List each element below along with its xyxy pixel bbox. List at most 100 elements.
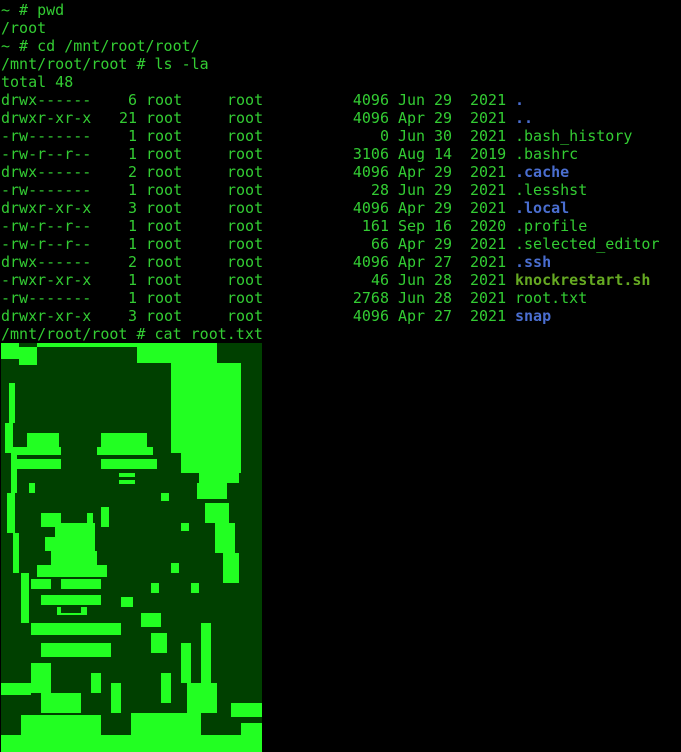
size-cell: 28 [370, 181, 389, 199]
listing-row: -rw-r--r-- 1 root root 3106 Aug 14 2019 .bashrc [1, 145, 681, 163]
filename-cell: root.txt [515, 289, 588, 307]
listing-row: drwxr-xr-x 21 root root 4096 Apr 29 2021.. [1, 109, 681, 127]
size-cell: 3106 [352, 145, 389, 163]
owner-cell: root [146, 91, 183, 109]
listing-row: drwxr-xr-x 3 root root 4096 Apr 29 2021 .local [1, 199, 681, 217]
listing-row: -rw-r--r-- 1 root root 161 Sep 16 2020 .profile [1, 217, 681, 235]
filename-cell: .local [515, 199, 570, 217]
owner-cell: root [146, 253, 183, 271]
year-cell: 2021 [470, 289, 507, 307]
terminal-output[interactable]: ~ # pwd /root ~ # cd /mnt/root/root/ /mn… [1, 1, 681, 343]
filename-cell: knockrestart.sh [515, 271, 651, 289]
listing-row: drwx------ 2 root root 4096 Apr 29 2021 .cache [1, 163, 681, 181]
month-cell: Apr [398, 199, 426, 217]
year-cell: 2021 [470, 181, 507, 199]
output-line: /root [1, 19, 47, 37]
year-cell: 2021 [470, 127, 507, 145]
month-cell: Apr [398, 109, 426, 127]
day-cell: 29 [434, 91, 453, 109]
filename-cell: .profile [515, 217, 588, 235]
links-cell: 1 [127, 181, 137, 199]
size-cell: 4096 [352, 91, 389, 109]
owner-cell: root [146, 289, 183, 307]
listing-row: drwx------ 2 root root 4096 Apr 27 2021 .ssh [1, 253, 681, 271]
permissions-cell: drwxr-xr-x [1, 307, 92, 325]
permissions-cell: -rw------- [1, 127, 92, 145]
month-cell: Jun [398, 181, 426, 199]
ascii-portrait-art [1, 343, 262, 752]
filename-cell: .selected_editor [515, 235, 660, 253]
directory-listing: drwx------ 6 root root 4096 Jun 29 2021. drwxr-x… [1, 91, 681, 325]
owner-cell: root [146, 217, 183, 235]
permissions-cell: -rw-r--r-- [1, 145, 92, 163]
group-cell: root [227, 217, 264, 235]
links-cell: 2 [127, 163, 137, 181]
listing-row: -rw------- 1 root root 2768 Jun 28 2021 root.txt [1, 289, 681, 307]
links-cell: 2 [127, 253, 137, 271]
group-cell: root [227, 163, 264, 181]
permissions-cell: -rw------- [1, 181, 92, 199]
month-cell: Apr [398, 253, 426, 271]
size-cell: 2768 [352, 289, 389, 307]
command-text: ls -la [154, 55, 209, 73]
group-cell: root [227, 199, 264, 217]
month-cell: Jun [398, 289, 426, 307]
day-cell: 14 [434, 145, 453, 163]
command-text: pwd [37, 1, 65, 19]
owner-cell: root [146, 109, 183, 127]
month-cell: Sep [398, 217, 426, 235]
listing-row: -rw-r--r-- 1 root root 66 Apr 29 2021 .selected_… [1, 235, 681, 253]
size-cell: 4096 [352, 109, 389, 127]
day-cell: 29 [434, 199, 453, 217]
month-cell: Apr [398, 163, 426, 181]
owner-cell: root [146, 307, 183, 325]
owner-cell: root [146, 163, 183, 181]
group-cell: root [227, 145, 264, 163]
filename-cell: .. [515, 109, 534, 127]
month-cell: Jun [398, 127, 426, 145]
owner-cell: root [146, 127, 183, 145]
size-cell: 46 [370, 271, 389, 289]
year-cell: 2021 [470, 91, 507, 109]
day-cell: 29 [434, 109, 453, 127]
prompt: ~ # [1, 1, 38, 19]
group-cell: root [227, 235, 264, 253]
size-cell: 161 [361, 217, 389, 235]
group-cell: root [227, 289, 264, 307]
owner-cell: root [146, 235, 183, 253]
day-cell: 27 [434, 253, 453, 271]
ascii-portrait-icon [1, 343, 262, 752]
links-cell: 1 [127, 289, 137, 307]
month-cell: Jun [398, 271, 426, 289]
month-cell: Jun [398, 91, 426, 109]
permissions-cell: -rw-r--r-- [1, 217, 92, 235]
group-cell: root [227, 181, 264, 199]
size-cell: 4096 [352, 253, 389, 271]
permissions-cell: -rw------- [1, 289, 92, 307]
year-cell: 2021 [470, 163, 507, 181]
links-cell: 1 [127, 271, 137, 289]
filename-cell: snap [515, 307, 552, 325]
listing-row: -rwxr-xr-x 1 root root 46 Jun 28 2021 knockresta… [1, 271, 681, 289]
links-cell: 1 [127, 127, 137, 145]
year-cell: 2021 [470, 271, 507, 289]
filename-cell: .bashrc [515, 145, 579, 163]
permissions-cell: drwx------ [1, 91, 92, 109]
prompt: /mnt/root/root # [1, 325, 155, 343]
links-cell: 1 [127, 145, 137, 163]
listing-row: -rw------- 1 root root 0 Jun 30 2021 .bash_histo… [1, 127, 681, 145]
links-cell: 6 [127, 91, 137, 109]
prompt: /mnt/root/root # [1, 55, 155, 73]
day-cell: 28 [434, 289, 453, 307]
owner-cell: root [146, 145, 183, 163]
month-cell: Apr [398, 307, 426, 325]
output-line: total 48 [1, 73, 74, 91]
listing-row: -rw------- 1 root root 28 Jun 29 2021 .lesshst [1, 181, 681, 199]
year-cell: 2020 [470, 217, 507, 235]
day-cell: 27 [434, 307, 453, 325]
command-line: /mnt/root/root # ls -la [1, 55, 681, 73]
size-cell: 0 [379, 127, 389, 145]
day-cell: 28 [434, 271, 453, 289]
group-cell: root [227, 253, 264, 271]
command-line: ~ # cd /mnt/root/root/ [1, 37, 681, 55]
